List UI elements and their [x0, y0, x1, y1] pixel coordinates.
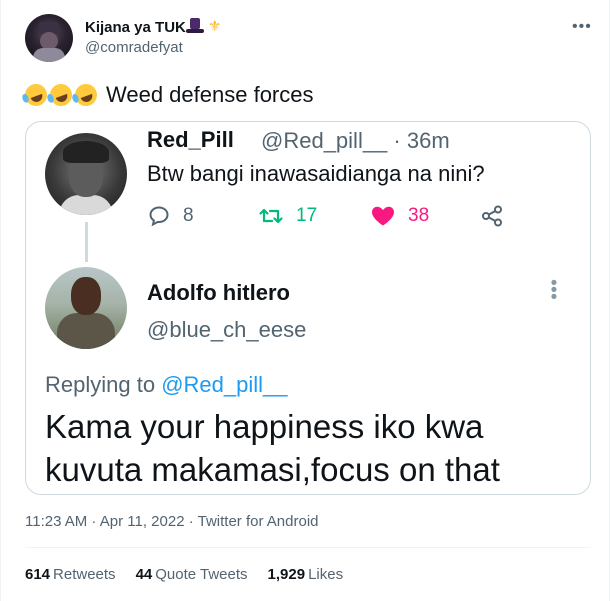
retweet-count: 17: [296, 205, 318, 226]
reply-icon: [149, 206, 169, 227]
tweet-text-content: Weed defense forces: [106, 82, 314, 107]
replying-to-link[interactable]: @Red_pill__: [161, 372, 287, 397]
reply-author-name[interactable]: Adolfo hitlero: [147, 280, 290, 306]
quoted-tweet-card[interactable]: Red_Pill @Red_pill__ · 36m Btw bangi ina…: [25, 121, 591, 495]
retweets-stat[interactable]: 614 Retweets: [25, 566, 116, 583]
author-handle[interactable]: @comradefyat: [85, 39, 183, 56]
quoted-author-handle-time: @Red_pill__ · 36m: [261, 128, 450, 153]
reply-body-text: Kama your happiness iko kwa kuvuta makam…: [45, 408, 500, 488]
share-icon: [482, 205, 502, 227]
author-avatar[interactable]: [25, 14, 73, 62]
divider: [25, 547, 591, 548]
quotes-label: Quote Tweets: [155, 566, 248, 583]
quotes-count: 44: [135, 566, 153, 583]
tweet-meta[interactable]: 11:23 AM · Apr 11, 2022 · Twitter for An…: [25, 513, 319, 530]
reply-count: 8: [183, 205, 194, 226]
like-button[interactable]: 38: [370, 204, 429, 228]
quoted-tweet-text: Btw bangi inawasaidianga na nini?: [147, 161, 485, 186]
thread-connector: [85, 222, 88, 262]
quote-tweets-stat[interactable]: 44 Quote Tweets: [136, 566, 248, 583]
quoted-avatar-red-pill[interactable]: [45, 133, 127, 215]
tweet-stats: 614 Retweets 44 Quote Tweets 1,929 Likes: [25, 566, 363, 583]
more-vertical-icon[interactable]: • • •: [549, 274, 559, 307]
rofl-emoji: [21, 80, 51, 110]
reply-author-handle[interactable]: @blue_ch_eese: [147, 317, 306, 343]
author-name[interactable]: Kijana ya TUK: [85, 19, 186, 36]
replying-to-line: Replying to @Red_pill__: [45, 372, 287, 398]
likes-count: 1,929: [267, 566, 306, 583]
quoted-author-name[interactable]: Red_Pill: [147, 127, 234, 153]
tweet-detail: Kijana ya TUK ⚜ @comradefyat ••• Weed de…: [0, 0, 610, 601]
trident-icon: ⚜: [208, 18, 222, 36]
retweet-icon: [259, 208, 283, 224]
reply-avatar-adolfo[interactable]: [45, 267, 127, 349]
rofl-emoji: [71, 80, 101, 110]
retweets-label: Retweets: [53, 566, 116, 583]
reply-button[interactable]: 8: [147, 204, 194, 228]
emoji-group: [21, 80, 101, 110]
author-badges: ⚜: [186, 17, 221, 35]
tweet-text: Weed defense forces: [21, 80, 314, 110]
likes-label: Likes: [308, 566, 344, 583]
likes-stat[interactable]: 1,929 Likes: [268, 566, 344, 583]
replying-prefix: Replying to: [45, 372, 162, 397]
retweets-count: 614: [25, 566, 51, 583]
share-button[interactable]: [480, 204, 516, 228]
like-count: 38: [408, 205, 430, 226]
heart-icon: [372, 206, 394, 226]
retweet-button[interactable]: 17: [258, 204, 317, 228]
rofl-emoji: [46, 80, 76, 110]
top-hat-icon: [186, 17, 204, 35]
more-horizontal-icon[interactable]: •••: [572, 18, 592, 36]
